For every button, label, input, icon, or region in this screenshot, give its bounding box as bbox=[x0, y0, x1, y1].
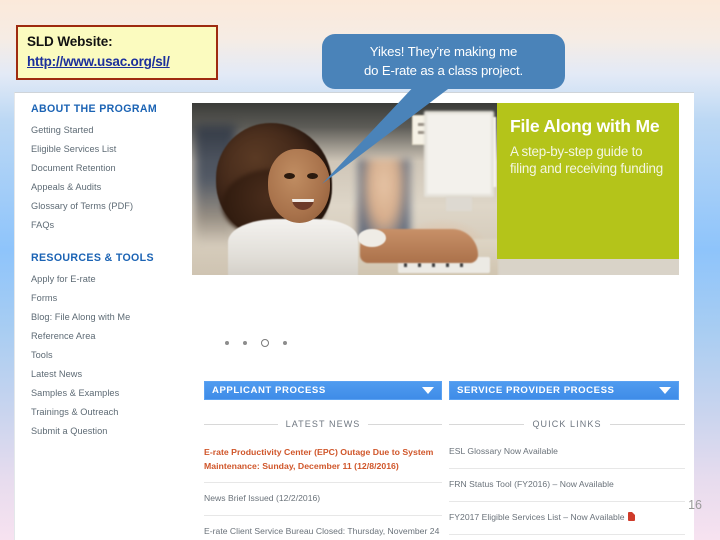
sidebar-item-blog-file-along-with-me[interactable]: Blog: File Along with Me bbox=[31, 312, 191, 323]
carousel-dot-3-active[interactable] bbox=[261, 339, 269, 347]
latest-news-section: LATEST NEWS E-rate Productivity Center (… bbox=[204, 419, 442, 540]
divider-line bbox=[204, 423, 278, 425]
carousel-dot-1[interactable] bbox=[225, 341, 229, 345]
hero-banner[interactable]: File Along with Me A step-by-step guide … bbox=[192, 103, 679, 275]
hero-caption-panel: File Along with Me A step-by-step guide … bbox=[497, 103, 679, 259]
hero-carousel-dots[interactable] bbox=[225, 339, 287, 347]
news-item[interactable]: E-rate Productivity Center (EPC) Outage … bbox=[204, 445, 442, 484]
hero-subtitle: A step-by-step guide to filing and recei… bbox=[510, 144, 663, 177]
slide-number: 16 bbox=[688, 498, 702, 512]
speech-bubble-line-2: do E-rate as a class project. bbox=[363, 62, 524, 78]
divider-line bbox=[609, 423, 685, 425]
quick-link-label: FY2017 Eligible Services List – Now Avai… bbox=[449, 511, 625, 522]
divider-line bbox=[449, 423, 525, 425]
latest-news-title: LATEST NEWS bbox=[285, 419, 361, 429]
carousel-dot-4[interactable] bbox=[283, 341, 287, 345]
sidebar-item-forms[interactable]: Forms bbox=[31, 293, 191, 304]
latest-news-header: LATEST NEWS bbox=[204, 419, 442, 429]
hero-photo-classroom bbox=[192, 103, 498, 275]
service-provider-process-button[interactable]: SERVICE PROVIDER PROCESS bbox=[449, 381, 679, 400]
carousel-dot-2[interactable] bbox=[243, 341, 247, 345]
quick-link-label: FRN Status Tool (FY2016) – Now Available bbox=[449, 478, 614, 489]
speech-bubble-line-1: Yikes! They’re making me bbox=[369, 44, 518, 60]
applicant-process-label: APPLICANT PROCESS bbox=[212, 385, 326, 396]
quick-links-header: QUICK LINKS bbox=[449, 419, 685, 429]
sidebar-item-glossary-of-terms[interactable]: Glossary of Terms (PDF) bbox=[31, 201, 191, 212]
list-item[interactable]: FRN Status Tool (FY2016) – Now Available bbox=[449, 478, 685, 502]
news-item[interactable]: News Brief Issued (12/2/2016) bbox=[204, 492, 442, 517]
sld-website-label: SLD Website: bbox=[27, 34, 113, 49]
quick-links-section: QUICK LINKS ESL Glossary Now Available F… bbox=[449, 419, 685, 540]
speech-bubble-text: Yikes! They’re making me do E-rate as a … bbox=[358, 43, 529, 79]
website-sidebar: ABOUT THE PROGRAM Getting Started Eligib… bbox=[31, 103, 191, 445]
sidebar-item-appeals-audits[interactable]: Appeals & Audits bbox=[31, 182, 191, 193]
sidebar-heading-resources: RESOURCES & TOOLS bbox=[31, 252, 154, 265]
slide-background: ABOUT THE PROGRAM Getting Started Eligib… bbox=[0, 0, 720, 540]
sidebar-item-getting-started[interactable]: Getting Started bbox=[31, 125, 191, 136]
chevron-down-icon bbox=[659, 387, 671, 394]
sidebar-item-eligible-services-list[interactable]: Eligible Services List bbox=[31, 144, 191, 155]
sidebar-item-faqs[interactable]: FAQs bbox=[31, 220, 191, 231]
service-provider-process-label: SERVICE PROVIDER PROCESS bbox=[457, 385, 615, 396]
list-item[interactable]: ESL Glossary Now Available bbox=[449, 445, 685, 469]
hero-title: File Along with Me bbox=[510, 116, 660, 136]
sld-website-callout: SLD Website: http://www.usac.org/sl/ bbox=[16, 25, 218, 80]
sidebar-item-samples-examples[interactable]: Samples & Examples bbox=[31, 388, 191, 399]
pdf-icon bbox=[627, 511, 635, 521]
chevron-down-icon bbox=[422, 387, 434, 394]
quick-link-label: ESL Glossary Now Available bbox=[449, 446, 558, 456]
speech-bubble: Yikes! They’re making me do E-rate as a … bbox=[322, 34, 565, 89]
quick-links-title: QUICK LINKS bbox=[532, 419, 602, 429]
sidebar-item-reference-area[interactable]: Reference Area bbox=[31, 331, 191, 342]
sidebar-item-document-retention[interactable]: Document Retention bbox=[31, 163, 191, 174]
divider-line bbox=[368, 423, 442, 425]
sidebar-heading-about: ABOUT THE PROGRAM bbox=[31, 103, 158, 115]
list-item[interactable]: FY2017 Eligible Services List – Now Avai… bbox=[449, 511, 685, 535]
sld-website-url[interactable]: http://www.usac.org/sl/ bbox=[27, 53, 208, 71]
sidebar-item-submit-a-question[interactable]: Submit a Question bbox=[31, 426, 191, 437]
sidebar-item-latest-news[interactable]: Latest News bbox=[31, 369, 191, 380]
website-screenshot: ABOUT THE PROGRAM Getting Started Eligib… bbox=[14, 92, 694, 540]
sidebar-item-tools[interactable]: Tools bbox=[31, 350, 191, 361]
sidebar-item-apply-for-erate[interactable]: Apply for E-rate bbox=[31, 274, 191, 285]
applicant-process-button[interactable]: APPLICANT PROCESS bbox=[204, 381, 442, 400]
news-item[interactable]: E-rate Client Service Bureau Closed: Thu… bbox=[204, 525, 442, 540]
sidebar-item-trainings-outreach[interactable]: Trainings & Outreach bbox=[31, 407, 191, 418]
